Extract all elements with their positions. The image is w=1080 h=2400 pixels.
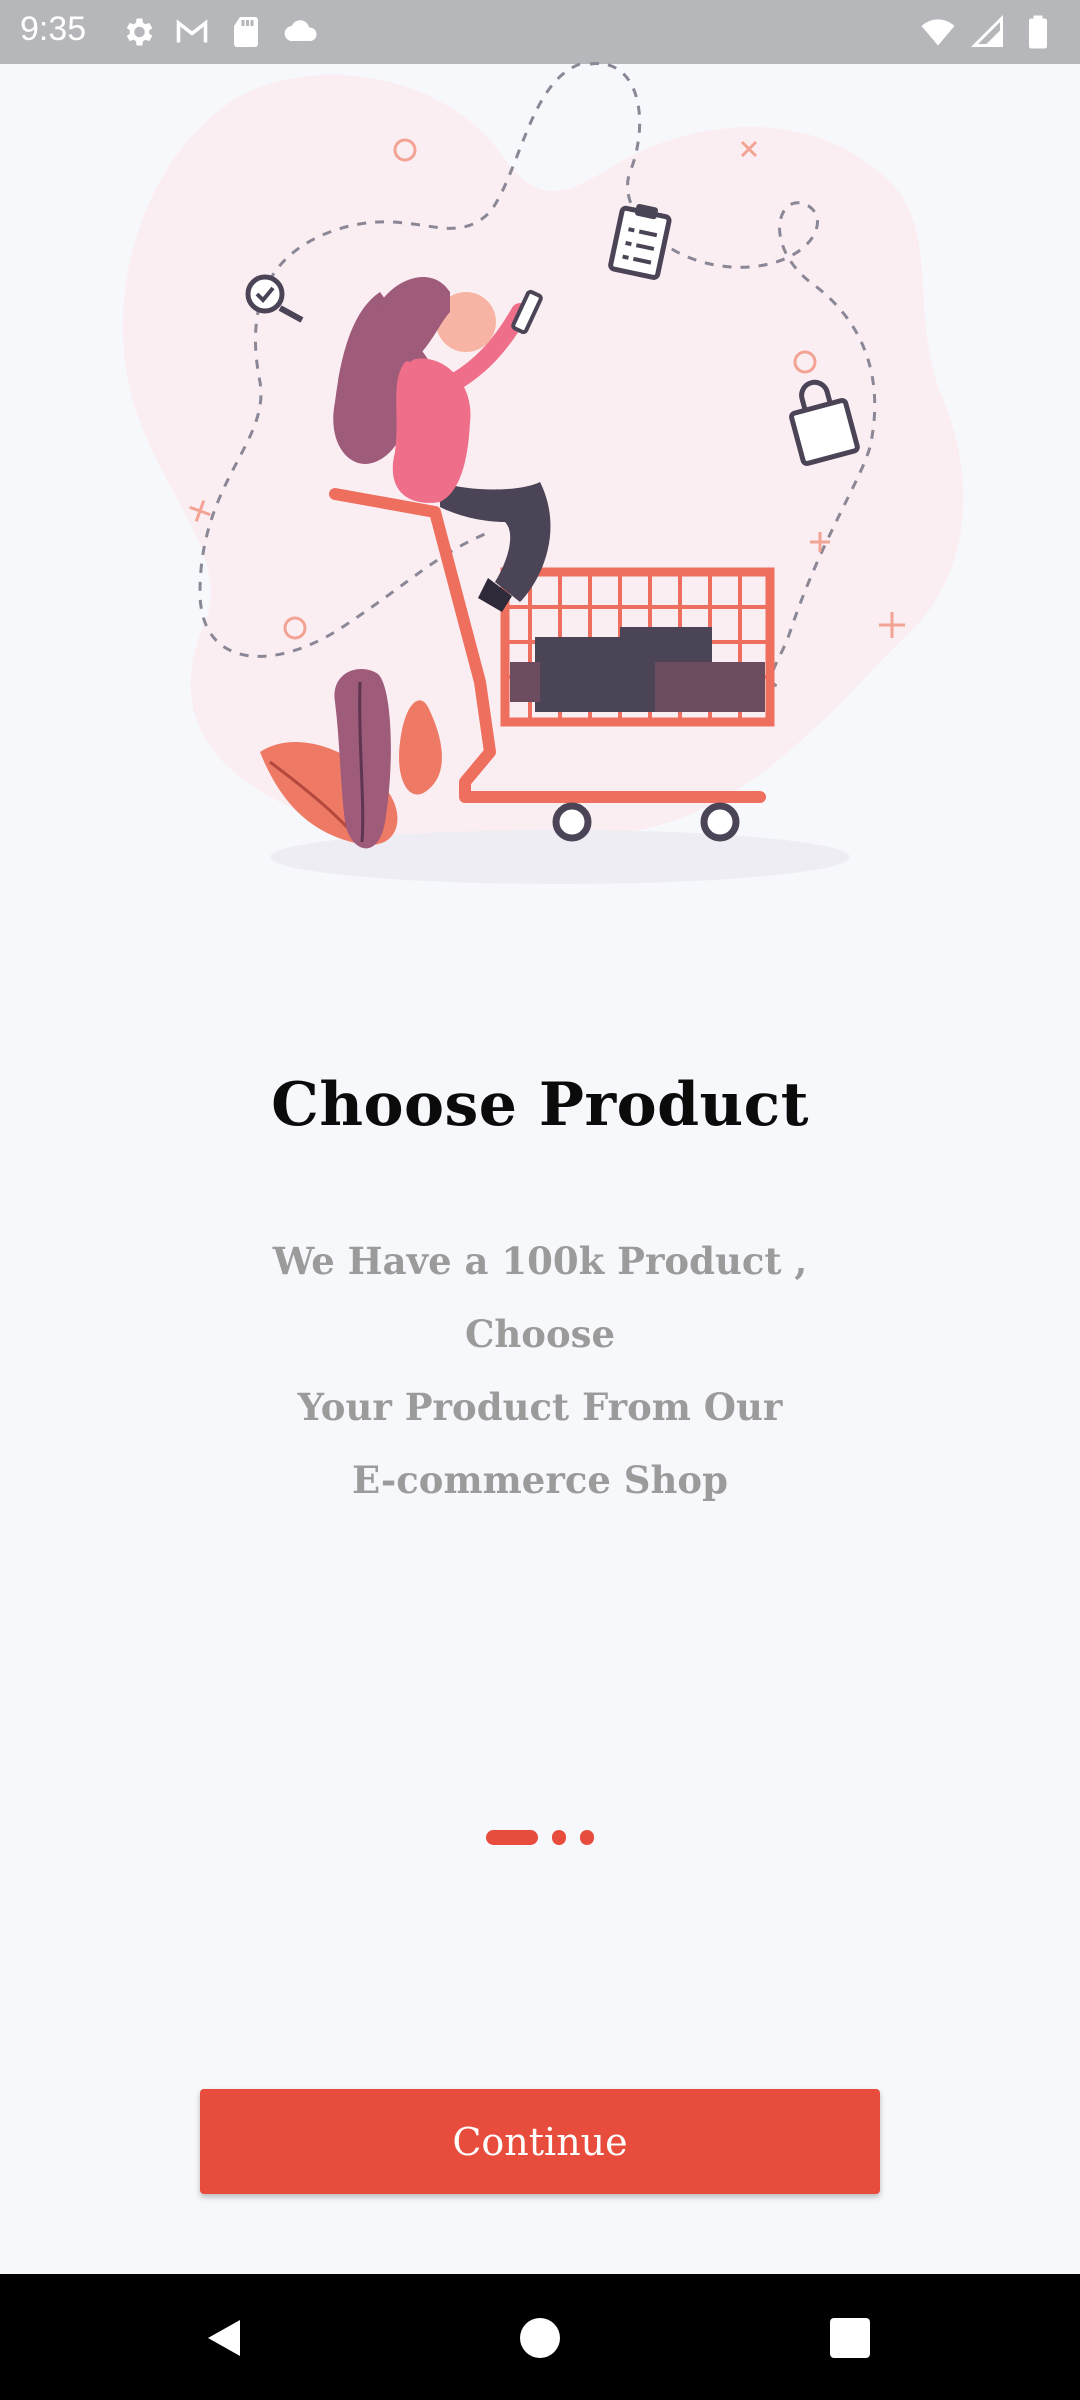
battery-icon xyxy=(1020,14,1056,50)
status-bar: 9:35 xyxy=(0,0,1080,64)
back-icon[interactable] xyxy=(204,2318,244,2358)
description-line: E-commerce Shop xyxy=(352,1458,728,1502)
navigation-bar xyxy=(0,2274,1080,2400)
cloud-icon xyxy=(282,14,318,50)
description-line: We Have a 100k Product , Choose xyxy=(272,1239,808,1356)
home-icon[interactable] xyxy=(520,2318,560,2358)
status-icons-right xyxy=(920,14,1056,50)
sd-card-icon xyxy=(228,14,264,50)
status-icons-left xyxy=(120,14,318,50)
description-line: Your Product From Our xyxy=(297,1385,783,1429)
continue-button[interactable]: Continue xyxy=(200,2089,880,2194)
settings-icon xyxy=(120,14,156,50)
recents-icon[interactable] xyxy=(830,2318,870,2358)
shopping-cart-illustration xyxy=(110,62,970,902)
onboarding-description: We Have a 100k Product , Choose Your Pro… xyxy=(200,1225,880,1517)
cell-signal-icon xyxy=(970,14,1006,50)
onboarding-title: Choose Product xyxy=(271,1070,809,1140)
page-indicator xyxy=(0,1830,1080,1845)
wifi-icon xyxy=(920,14,956,50)
page-dot-active xyxy=(486,1830,538,1845)
status-time: 9:35 xyxy=(20,10,87,48)
gmail-icon xyxy=(174,14,210,50)
page-dot xyxy=(580,1830,594,1845)
page-dot xyxy=(552,1830,566,1845)
